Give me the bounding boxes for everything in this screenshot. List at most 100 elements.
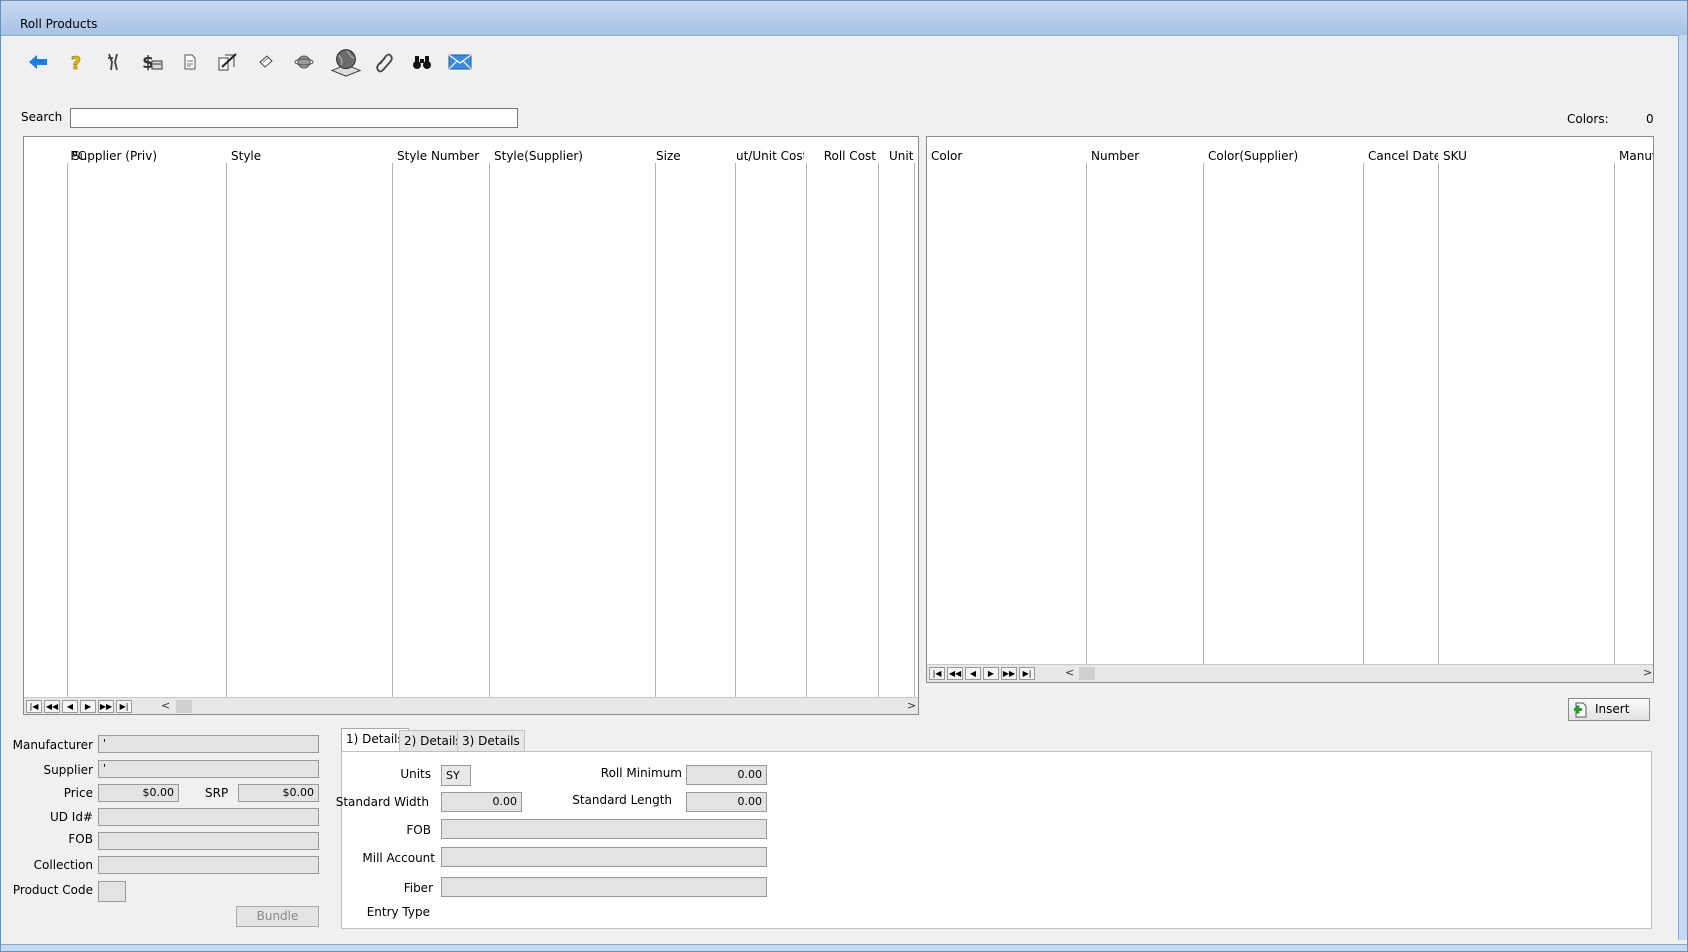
standard-width-field[interactable]: 0.00	[441, 792, 522, 812]
nav-last-button[interactable]: ▶|	[116, 700, 132, 713]
fob-tab-field[interactable]	[441, 819, 767, 839]
search-input[interactable]	[70, 108, 518, 128]
standard-width-label: Standard Width	[335, 795, 429, 809]
fob-label: FOB	[68, 832, 93, 846]
column-divider	[1614, 163, 1615, 668]
mill-account-label: Mill Account	[362, 851, 435, 865]
column-header-size[interactable]: Size	[656, 149, 731, 163]
column-header-sku[interactable]: SKU	[1443, 149, 1613, 163]
fob-tab-label: FOB	[406, 823, 431, 837]
colors-navigator: |◀ ◀◀ ◀ ▶ ▶▶ ▶| < >	[927, 664, 1653, 682]
srp-field[interactable]: $0.00	[238, 784, 319, 802]
sphere-icon[interactable]	[291, 49, 317, 75]
horizontal-scroll-thumb[interactable]	[1079, 667, 1095, 680]
column-divider	[806, 163, 807, 697]
column-header-supplier-priv[interactable]: Supplier (Priv)	[72, 149, 222, 163]
column-divider	[1203, 163, 1204, 668]
column-divider	[655, 163, 656, 697]
column-divider	[1438, 163, 1439, 668]
column-header-style-supplier[interactable]: Style(Supplier)	[494, 149, 654, 163]
column-header-manuf[interactable]: Manuf	[1619, 149, 1653, 163]
nav-next-button[interactable]: ▶	[983, 667, 999, 680]
roll-minimum-label: Roll Minimum	[600, 766, 682, 780]
nav-first-button[interactable]: |◀	[26, 700, 42, 713]
globe-icon[interactable]	[329, 45, 363, 79]
paperclip-icon[interactable]	[371, 49, 397, 75]
help-icon[interactable]: ?	[63, 49, 89, 75]
units-field[interactable]: SY	[441, 765, 471, 786]
roll-minimum-field[interactable]: 0.00	[686, 765, 767, 785]
column-header-number[interactable]: Number	[1091, 149, 1201, 163]
price-field[interactable]: $0.00	[98, 784, 179, 802]
document-icon[interactable]	[177, 49, 203, 75]
fiber-label: Fiber	[403, 881, 433, 895]
products-navigator: |◀ ◀◀ ◀ ▶ ▶▶ ▶| < >	[24, 697, 918, 714]
insert-button[interactable]: Insert	[1568, 698, 1650, 721]
column-header-color[interactable]: Color	[931, 149, 1081, 163]
nav-prev-page-button[interactable]: ◀◀	[947, 667, 963, 680]
price-label: Price	[63, 786, 93, 800]
svg-text:?: ?	[71, 53, 81, 74]
nav-next-button[interactable]: ▶	[80, 700, 96, 713]
insert-icon	[1574, 702, 1587, 718]
column-divider	[914, 163, 915, 697]
products-grid[interactable]: PC Supplier (Priv) Style Style Number St…	[23, 136, 919, 715]
fob-field[interactable]	[98, 832, 319, 850]
binoculars-icon[interactable]	[409, 49, 435, 75]
manufacturer-field[interactable]: '	[98, 735, 319, 753]
column-divider	[392, 163, 393, 697]
column-divider	[226, 163, 227, 697]
money-icon[interactable]: $	[139, 49, 165, 75]
search-label: Search	[21, 110, 62, 124]
product-code-label: Product Code	[12, 883, 93, 897]
window-right-border	[1678, 35, 1687, 940]
scroll-right-icon[interactable]: >	[907, 699, 916, 712]
column-header-roll-cost[interactable]: Roll Cost	[810, 149, 876, 163]
scroll-right-icon[interactable]: >	[1643, 666, 1652, 679]
column-header-color-supplier[interactable]: Color(Supplier)	[1208, 149, 1363, 163]
column-divider	[67, 163, 68, 697]
supplier-field[interactable]: '	[98, 760, 319, 778]
note-icon[interactable]	[253, 49, 279, 75]
nav-last-button[interactable]: ▶|	[1019, 667, 1035, 680]
window-title: Roll Products	[20, 17, 98, 31]
product-code-field[interactable]	[98, 881, 126, 902]
column-divider	[489, 163, 490, 697]
nav-next-page-button[interactable]: ▶▶	[98, 700, 114, 713]
main-window: Roll Products ? $ Search Colors: 0 PC Su…	[0, 0, 1688, 952]
tools-icon[interactable]	[101, 49, 127, 75]
window-bottom-border	[1, 944, 1687, 951]
column-divider	[1363, 163, 1364, 668]
nav-prev-button[interactable]: ◀	[965, 667, 981, 680]
column-header-cancel-date[interactable]: Cancel Date	[1368, 149, 1438, 163]
nav-first-button[interactable]: |◀	[929, 667, 945, 680]
column-header-style[interactable]: Style	[231, 149, 391, 163]
scroll-left-icon[interactable]: <	[161, 699, 170, 712]
colors-count-label: Colors:	[1567, 112, 1609, 126]
entry-type-label: Entry Type	[366, 905, 430, 919]
colors-grid[interactable]: Color Number Color(Supplier) Cancel Date…	[926, 136, 1654, 683]
nav-prev-page-button[interactable]: ◀◀	[44, 700, 60, 713]
title-bar: Roll Products	[1, 1, 1687, 36]
manufacturer-label: Manufacturer	[12, 738, 93, 752]
column-header-style-number[interactable]: Style Number	[397, 149, 489, 163]
column-header-unit[interactable]: Unit	[889, 149, 918, 163]
nav-next-page-button[interactable]: ▶▶	[1001, 667, 1017, 680]
tab-details-3[interactable]: 3) Details	[457, 730, 525, 751]
horizontal-scroll-thumb[interactable]	[176, 700, 192, 713]
nav-prev-button[interactable]: ◀	[62, 700, 78, 713]
column-divider	[878, 163, 879, 697]
column-header-cut-unit-cost[interactable]: ut/Unit Cost	[736, 149, 804, 163]
email-icon[interactable]	[447, 49, 473, 75]
bundle-button[interactable]: Bundle	[236, 906, 319, 927]
standard-length-field[interactable]: 0.00	[686, 792, 767, 812]
standard-length-label: Standard Length	[572, 793, 672, 807]
edit-pages-icon[interactable]	[215, 49, 241, 75]
mill-account-field[interactable]	[441, 847, 767, 867]
collection-field[interactable]	[98, 856, 319, 874]
details-tab-panel	[341, 751, 1652, 929]
udid-field[interactable]	[98, 808, 319, 826]
scroll-left-icon[interactable]: <	[1065, 666, 1074, 679]
back-arrow-icon[interactable]	[25, 49, 51, 75]
fiber-field[interactable]	[441, 877, 767, 897]
